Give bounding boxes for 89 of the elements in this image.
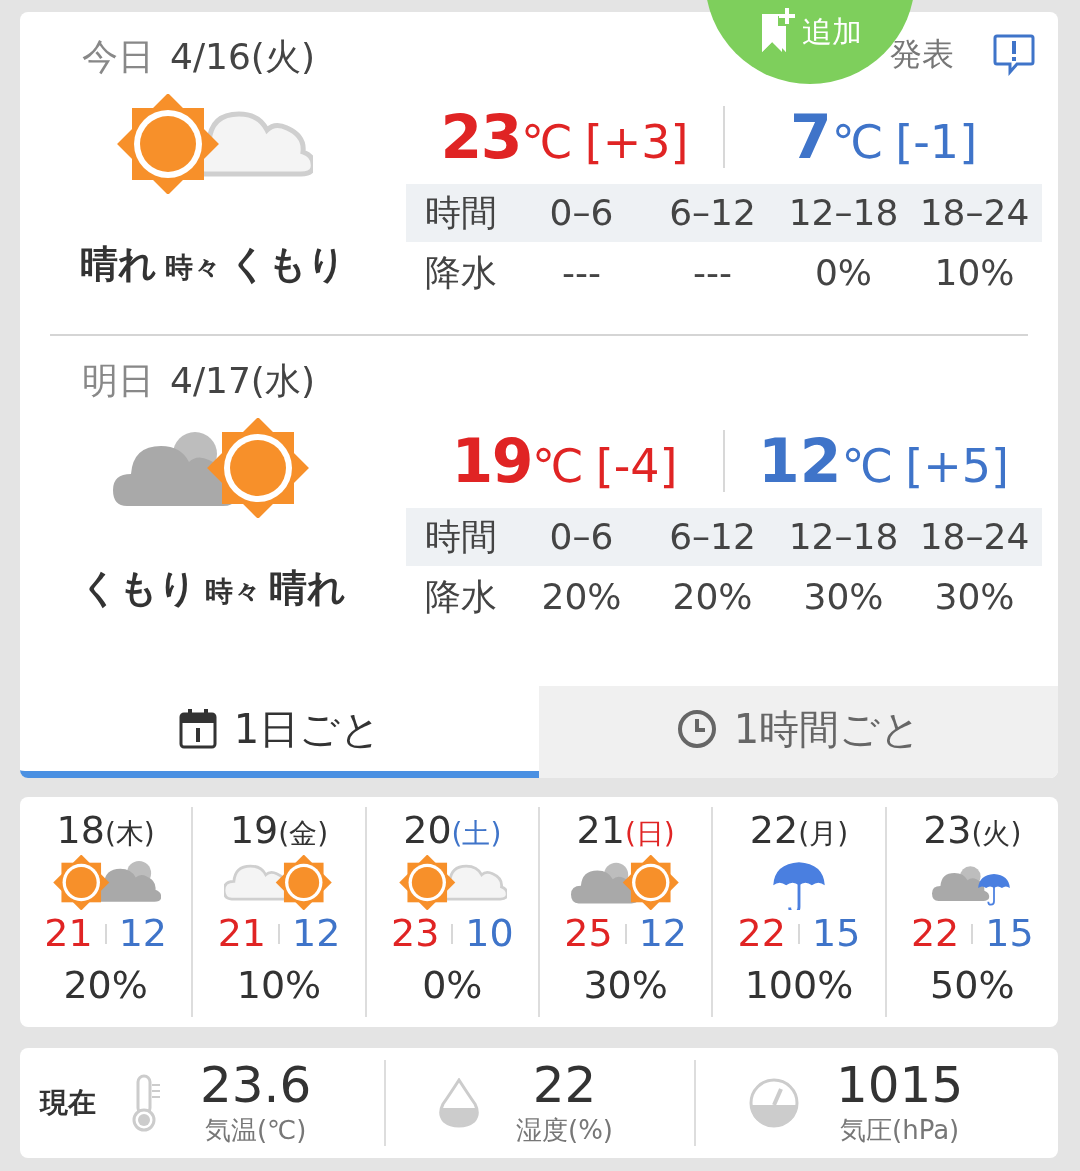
day-number: 20 [403,807,452,854]
time-range: 12–18 [787,191,900,235]
time-range: 0–6 [548,191,615,235]
precipitation-chance: 100% [744,961,854,1009]
weather-text: くもり [229,241,346,288]
temperature-unit: ℃ [521,119,573,165]
low-temperature: 15 [811,910,861,957]
date-text: 4/16(火) [170,35,315,79]
precipitation-chance: 30% [583,961,668,1009]
low-temperature: 10 [465,910,514,957]
view-tab[interactable]: 1時間ごと [539,686,1058,778]
current-value: 23.6 [200,1059,312,1110]
time-range: 18–24 [918,191,1031,235]
drop-icon [438,1078,480,1128]
row-header: 降水 [424,575,498,619]
current-caption: 気温(℃) [204,1113,307,1147]
clock-icon [675,707,718,750]
temperature-unit: ℃ [841,443,894,489]
current-caption: 気圧(hPa) [840,1113,960,1147]
precipitation-value: 30% [933,575,1016,619]
temperature-unit: ℃ [532,443,584,489]
weekday-text: (月) [798,816,849,852]
time-range: 18–24 [918,515,1031,559]
high-temperature: 23 [390,910,440,957]
gauge-icon [748,1077,800,1129]
sun-cloud-icon [50,855,161,910]
row-header: 時間 [424,515,498,559]
day-label: 明日 [82,359,154,403]
high-temperature: 22 [737,910,786,957]
weekday-text: (日) [624,816,675,852]
temperature-difference: [+5] [905,443,1009,489]
current-value: 22 [532,1059,597,1110]
precipitation-value: 10% [933,251,1016,295]
weather-text: 時々 [165,250,221,286]
temperature-value: 23 [440,107,522,167]
temperature-value: 7 [789,107,832,167]
precipitation-chance: 50% [930,961,1015,1009]
weather-text: 晴れ [269,565,346,612]
precipitation-value: 20% [540,575,623,619]
weekday-text: (木) [104,816,155,852]
day-number: 22 [749,807,799,854]
high-temperature: 25 [564,910,613,957]
day-number: 19 [229,807,279,854]
temperature-value: 19 [451,431,533,491]
current-label: 現在 [38,1085,97,1121]
temperature-unit: ℃ [831,119,884,165]
time-range: 0–6 [548,515,615,559]
precipitation-value: --- [692,251,733,295]
current-value: 1015 [836,1059,964,1110]
day-number: 23 [923,807,972,854]
weather-text: くもり [80,565,197,612]
high-temperature: 21 [44,910,93,957]
time-range: 12–18 [787,515,900,559]
precipitation-value: 20% [671,575,754,619]
low-temperature: 15 [985,910,1034,957]
cloud-sun-icon [224,855,334,910]
weekday-text: (火) [971,816,1022,852]
low-temperature: 12 [118,910,167,957]
weather-text: 時々 [205,574,261,610]
day-label: 今日 [82,35,154,79]
weather-text: 晴れ [80,241,157,288]
day-number: 18 [56,807,105,854]
temperature-difference: [+3] [584,119,689,165]
high-temperature: 21 [217,910,266,957]
weekday-text: (土) [451,816,502,852]
precipitation-chance: 10% [236,961,322,1009]
precipitation-value: 30% [802,575,885,619]
row-header: 時間 [424,191,498,235]
precipitation-value: 0% [813,251,874,295]
time-range: 6–12 [668,515,757,559]
precipitation-chance: 20% [63,961,148,1009]
sun-cloud-icon [397,855,508,910]
precipitation-chance: 0% [422,961,483,1009]
weekday-text: (金) [278,816,329,852]
current-caption: 湿度(%) [516,1113,613,1147]
temperature-difference: [-1] [895,119,978,165]
day-number: 21 [576,807,625,854]
alert-icon[interactable] [992,32,1036,76]
date-text: 4/17(水) [170,359,315,403]
precipitation-value: --- [561,251,602,295]
temperature-value: 12 [758,431,842,491]
row-header: 降水 [424,251,498,295]
calendar-icon [177,707,218,750]
low-temperature: 12 [638,910,687,957]
time-range: 6–12 [668,191,757,235]
high-temperature: 22 [910,910,960,957]
temperature-difference: [-4] [595,443,678,489]
low-temperature: 12 [292,910,341,957]
cloud-sun-icon [570,855,681,910]
